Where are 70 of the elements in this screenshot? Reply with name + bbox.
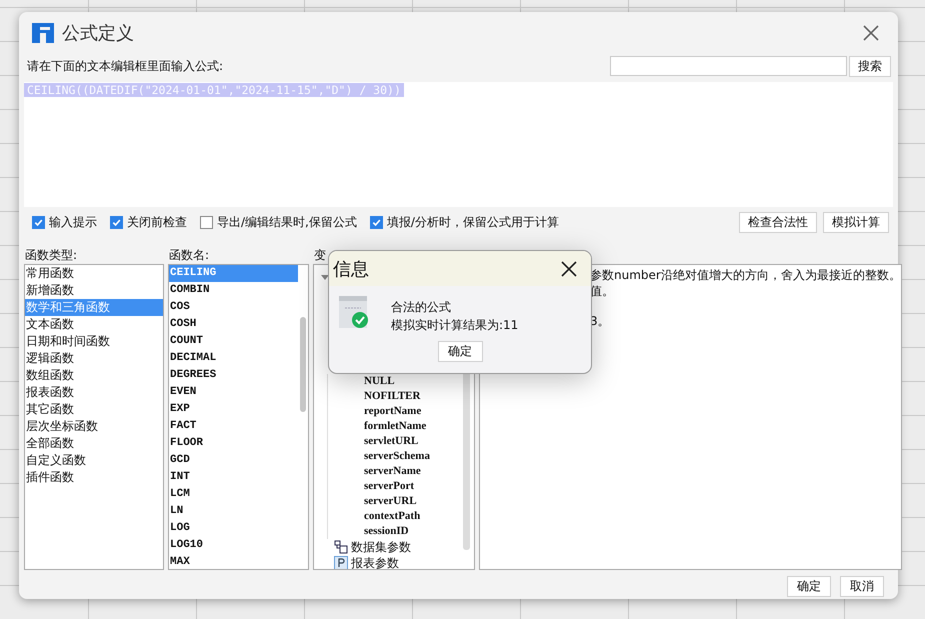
tree-item[interactable]: NOFILTER	[364, 389, 474, 404]
function-item[interactable]: EVEN	[169, 384, 298, 401]
logo-icon	[30, 20, 56, 46]
function-item[interactable]: COMBIN	[169, 282, 298, 299]
category-item[interactable]: 数组函数	[25, 367, 163, 384]
scrollbar-thumb[interactable]	[300, 317, 306, 412]
tree-item[interactable]: serverURL	[364, 494, 474, 509]
success-icon	[339, 296, 371, 328]
function-item[interactable]: LOG10	[169, 537, 298, 554]
tree-item[interactable]: servletURL	[364, 434, 474, 449]
column-heading: 函数类型:	[24, 247, 78, 264]
category-item[interactable]: 日期和时间函数	[25, 333, 163, 350]
function-item[interactable]: FACT	[169, 418, 298, 435]
prompt-label: 请在下面的文本编辑框里面输入公式:	[26, 58, 224, 74]
category-item[interactable]: 新增函数	[25, 282, 163, 299]
function-item[interactable]: MAX	[169, 554, 298, 569]
tree-item[interactable]: serverName	[364, 464, 474, 479]
tree-item[interactable]: sessionID	[364, 524, 474, 539]
column-heading: 函数名:	[168, 247, 210, 264]
checkbox-label: 导出/编辑结果时,保留公式	[217, 214, 357, 230]
checkbox-label: 输入提示	[49, 214, 97, 230]
category-item[interactable]: 自定义函数	[25, 452, 163, 469]
function-item[interactable]: LN	[169, 503, 298, 520]
tree-item[interactable]: NULL	[364, 374, 474, 389]
function-item[interactable]: EXP	[169, 401, 298, 418]
toolbar-button[interactable]: 模拟计算	[823, 212, 889, 232]
search-field[interactable]	[610, 56, 847, 76]
tree-item[interactable]: contextPath	[364, 509, 474, 524]
message-text: 合法的公式	[391, 299, 452, 316]
tree-item[interactable]: 报表参数	[351, 555, 399, 569]
message-text: 模拟实时计算结果为:11	[391, 317, 518, 334]
window-title: 公式定义	[62, 22, 135, 45]
category-item[interactable]: 层次坐标函数	[25, 418, 163, 435]
function-item[interactable]: LCM	[169, 486, 298, 503]
checkbox[interactable]	[370, 216, 383, 228]
checkbox-label: 关闭前检查	[127, 214, 187, 230]
ok-button[interactable]: 确定	[438, 341, 482, 362]
function-item[interactable]: DECIMAL	[169, 350, 298, 367]
category-item[interactable]: 插件函数	[25, 469, 163, 486]
tree-item[interactable]: serverSchema	[364, 449, 474, 464]
function-item[interactable]: COS	[169, 299, 298, 316]
function-item[interactable]: INT	[169, 469, 298, 486]
tree-item[interactable]: formletName	[364, 419, 474, 434]
toolbar-button[interactable]: 检查合法性	[739, 212, 817, 232]
function-item[interactable]: COUNT	[169, 333, 298, 350]
function-item[interactable]: FLOOR	[169, 435, 298, 452]
function-item[interactable]: DEGREES	[169, 367, 298, 384]
checkbox-label: 填报/分析时，保留公式用于计算	[386, 214, 559, 230]
checkbox[interactable]	[200, 216, 213, 228]
category-item[interactable]: 报表函数	[25, 384, 163, 401]
parameter-icon	[334, 556, 348, 569]
dataset-icon	[334, 540, 348, 554]
function-item[interactable]: COSH	[169, 316, 298, 333]
tree-item[interactable]: reportName	[364, 404, 474, 419]
function-item[interactable]: GCD	[169, 452, 298, 469]
search-button[interactable]: 搜索	[849, 56, 891, 76]
tree-item[interactable]: 数据集参数	[351, 539, 411, 555]
category-item[interactable]: 其它函数	[25, 401, 163, 418]
category-item[interactable]: 常用函数	[25, 265, 163, 282]
function-item[interactable]: LOG	[169, 520, 298, 537]
tree-item[interactable]: serverPort	[364, 479, 474, 494]
category-item[interactable]: 全部函数	[25, 435, 163, 452]
category-item[interactable]: 文本函数	[25, 316, 163, 333]
column-heading: 变	[313, 247, 327, 264]
checkbox[interactable]	[110, 216, 123, 228]
checkbox[interactable]	[32, 216, 45, 228]
dialog-button[interactable]: 取消	[840, 576, 884, 596]
dialog-button[interactable]: 确定	[787, 576, 831, 596]
category-item[interactable]: 逻辑函数	[25, 350, 163, 367]
message-title: 信息	[333, 258, 370, 280]
